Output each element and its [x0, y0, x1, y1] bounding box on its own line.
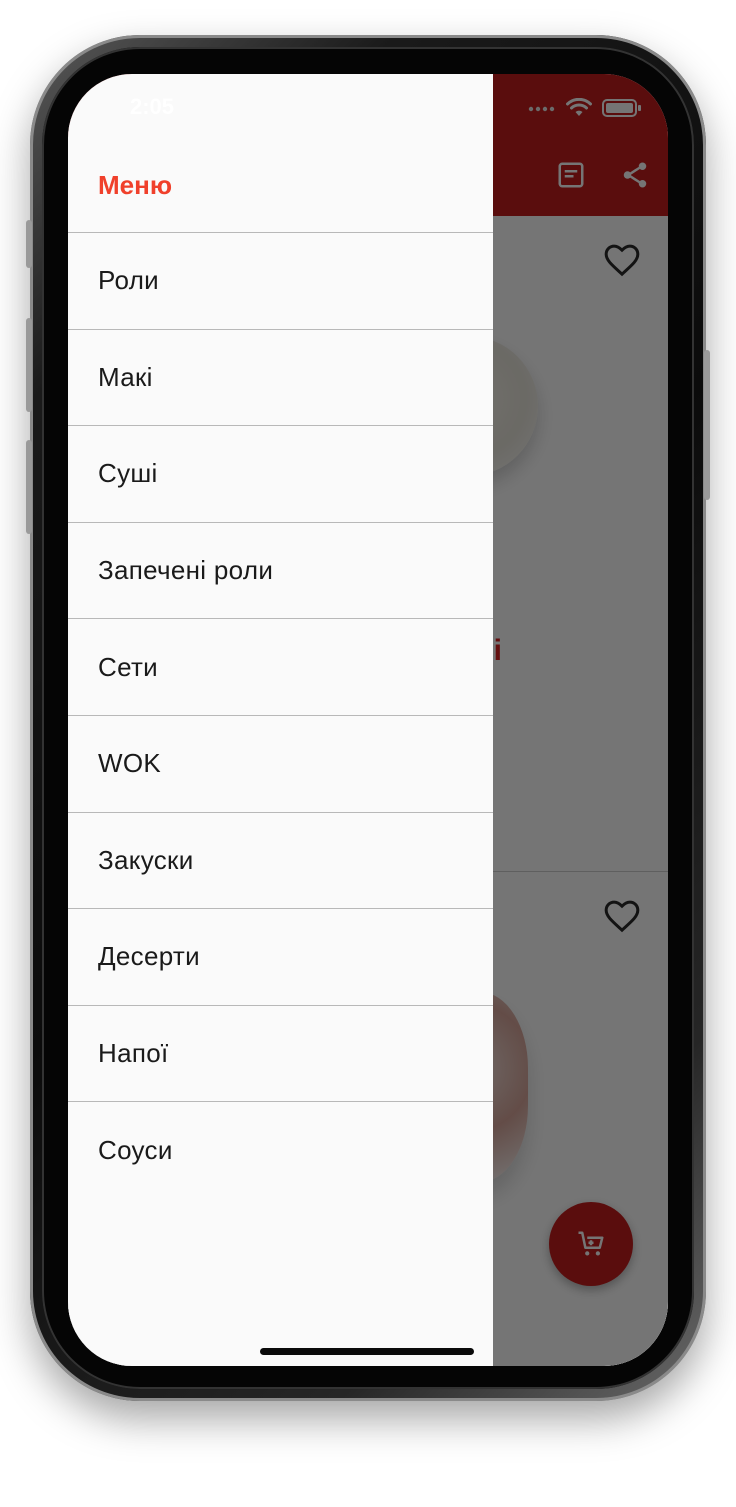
- screen: і 2:05 Меню Роли Макі: [68, 74, 668, 1366]
- silent-switch: [26, 220, 32, 268]
- drawer-menu: Роли Макі Суші Запечені роли Сети WOK За…: [68, 233, 493, 1199]
- drawer-item-rolls[interactable]: Роли: [68, 233, 493, 330]
- drawer-item-snacks[interactable]: Закуски: [68, 813, 493, 910]
- power-button: [704, 350, 710, 500]
- volume-up-button: [26, 318, 32, 412]
- drawer-header: Меню: [68, 74, 493, 233]
- home-indicator[interactable]: [260, 1348, 474, 1355]
- navigation-drawer: 2:05 Меню Роли Макі Суші Запечені роли С…: [68, 74, 493, 1366]
- volume-down-button: [26, 440, 32, 534]
- drawer-item-sushi[interactable]: Суші: [68, 426, 493, 523]
- drawer-item-maki[interactable]: Макі: [68, 330, 493, 427]
- drawer-item-drinks[interactable]: Напої: [68, 1006, 493, 1103]
- drawer-item-wok[interactable]: WOK: [68, 716, 493, 813]
- drawer-item-sauces[interactable]: Соуси: [68, 1102, 493, 1199]
- drawer-item-baked-rolls[interactable]: Запечені роли: [68, 523, 493, 620]
- drawer-item-desserts[interactable]: Десерти: [68, 909, 493, 1006]
- drawer-title: Меню: [98, 170, 173, 200]
- drawer-item-sets[interactable]: Сети: [68, 619, 493, 716]
